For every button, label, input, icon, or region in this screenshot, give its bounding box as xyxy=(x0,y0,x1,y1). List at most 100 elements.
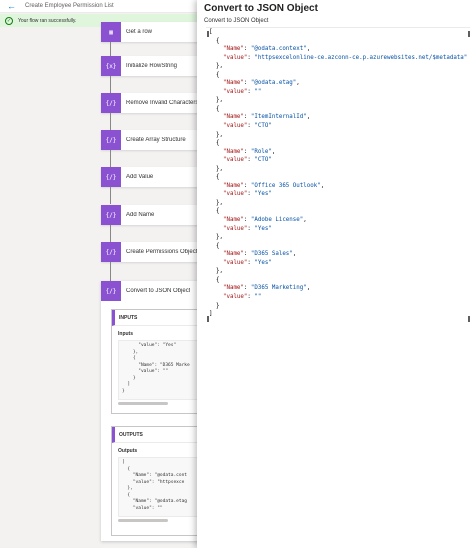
json-brace: { xyxy=(209,37,220,44)
json-comma: , xyxy=(303,217,307,224)
json-colon: : xyxy=(243,46,251,53)
json-viewer[interactable]: [ { "Name": "@odata.context", "value": "… xyxy=(206,27,470,325)
json-key: "value" xyxy=(222,293,248,300)
json-key: "value" xyxy=(222,88,248,95)
json-key: "Name" xyxy=(222,46,244,53)
json-brace: { xyxy=(209,105,220,112)
inputs-header[interactable]: INPUTS xyxy=(112,310,200,326)
step-label: Get a row xyxy=(126,29,153,35)
json-name-value: "Adobe License" xyxy=(250,217,304,224)
compose-icon: {/} xyxy=(101,242,121,262)
json-comma: , xyxy=(271,148,276,155)
inputs-code: "value": "Yes" }, { "Name": "D365 Marke … xyxy=(118,340,198,400)
json-brace: { xyxy=(209,71,220,78)
step-add-value[interactable]: {/} Add Value xyxy=(101,167,201,187)
json-key: "Name" xyxy=(222,285,244,292)
json-value: "CTO" xyxy=(254,123,272,130)
json-comma: , xyxy=(292,251,297,258)
inputs-card: INPUTS Inputs "value": "Yes" }, { "Name"… xyxy=(111,309,201,414)
step-label: Add Name xyxy=(126,212,155,218)
check-circle-icon: ✓ xyxy=(5,16,13,25)
json-value: "Yes" xyxy=(254,191,272,198)
json-key: "value" xyxy=(222,123,248,130)
horizontal-scrollbar[interactable] xyxy=(118,402,168,405)
panel-subtitle: Convert to JSON Object xyxy=(204,18,269,24)
json-brace: { xyxy=(209,140,220,147)
connector-line xyxy=(110,76,111,93)
step-label: Create Array Structure xyxy=(126,137,186,143)
json-colon: : xyxy=(243,251,251,258)
scroll-marker xyxy=(468,31,470,37)
back-arrow-icon[interactable]: ← xyxy=(7,1,19,11)
compose-icon: {/} xyxy=(101,205,121,225)
json-comma: , xyxy=(306,46,311,53)
connector-line xyxy=(110,42,111,56)
json-key: "value" xyxy=(222,157,248,164)
step-convert-to-json-object[interactable]: {/} Convert to JSON Object INPUTS Inputs… xyxy=(101,281,201,541)
json-key: "Name" xyxy=(222,217,244,224)
step-add-name[interactable]: {/} Add Name xyxy=(101,205,201,225)
step-create-array-structure[interactable]: {/} Create Array Structure xyxy=(101,130,201,150)
excel-step-icon: ▦ xyxy=(101,22,121,42)
scroll-marker xyxy=(468,316,470,322)
json-name-value: "Office 365 Outlook" xyxy=(250,182,321,189)
json-key: "Name" xyxy=(222,80,244,87)
json-colon: : xyxy=(243,148,251,155)
json-colon: : xyxy=(243,114,251,121)
panel-title: Convert to JSON Object xyxy=(204,3,318,14)
connector-line xyxy=(110,113,111,130)
json-value: "" xyxy=(254,293,262,300)
step-label: Initialize RowString xyxy=(126,63,178,69)
step-get-a-row[interactable]: ▦ Get a row xyxy=(101,22,201,42)
json-brace: { xyxy=(209,208,220,215)
json-brace: }, xyxy=(209,268,223,275)
json-name-value: "D365 Marketing" xyxy=(250,285,307,292)
compose-icon: {/} xyxy=(101,130,121,150)
step-label: Convert to JSON Object xyxy=(126,288,191,294)
json-name-value: "ItemInternalId" xyxy=(250,114,307,121)
json-comma: , xyxy=(320,182,325,189)
connector-line xyxy=(110,187,111,204)
json-key: "value" xyxy=(222,54,248,61)
json-colon: : xyxy=(243,285,251,292)
outputs-card: OUTPUTS Outputs [ { "Name": "@odata.cont… xyxy=(111,426,201,536)
step-create-permissions-object[interactable]: {/} Create Permissions Object xyxy=(101,242,201,262)
json-bracket: ] xyxy=(209,311,213,318)
json-colon: : xyxy=(243,80,251,87)
outputs-subtitle: Outputs xyxy=(118,448,138,454)
variable-icon: {x} xyxy=(101,56,121,76)
json-bracket: [ xyxy=(209,29,213,35)
json-brace: }, xyxy=(209,234,223,241)
inputs-subtitle: Inputs xyxy=(118,331,133,337)
json-colon: : xyxy=(243,182,251,189)
json-brace: }, xyxy=(209,97,223,104)
json-value: "CTO" xyxy=(254,157,272,164)
step-header[interactable]: {/} Convert to JSON Object xyxy=(101,281,201,301)
step-label: Add Value xyxy=(126,174,154,180)
step-remove-invalid-characters[interactable]: {/} Remove Invalid Characters xyxy=(101,93,201,113)
outputs-header[interactable]: OUTPUTS xyxy=(112,427,200,443)
horizontal-scrollbar[interactable] xyxy=(118,519,168,522)
json-brace: }, xyxy=(209,131,223,138)
json-name-value: "@odata.context" xyxy=(250,46,307,53)
json-key: "Name" xyxy=(222,251,244,258)
json-code: [ { "Name": "@odata.context", "value": "… xyxy=(209,28,467,319)
connector-line xyxy=(110,150,111,167)
step-initialize-rowstring[interactable]: {x} Initialize RowString xyxy=(101,56,201,76)
json-value: "httpsexcelonline-ce.azconn-ce.p.azurewe… xyxy=(254,54,468,61)
json-colon: : xyxy=(243,217,251,224)
json-name-value: "D365 Sales" xyxy=(250,251,293,258)
outputs-code: [ { "Name": "@odata.cont "value": "https… xyxy=(118,457,198,517)
